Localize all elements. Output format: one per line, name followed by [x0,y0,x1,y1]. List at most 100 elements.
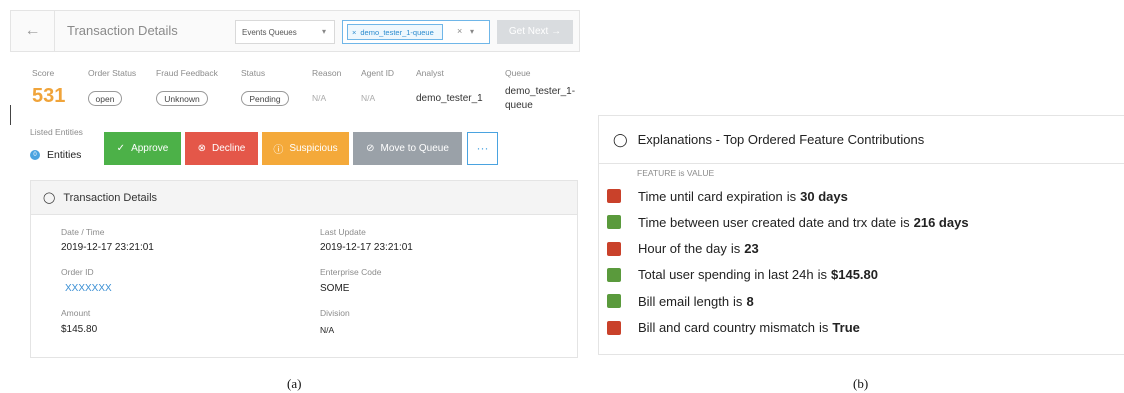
feature-row: Bill email length is 8 [607,292,754,310]
amount-label: Amount [61,308,91,318]
suspicious-label: Suspicious [289,143,338,154]
transaction-details-card: ◯ Transaction Details Date / Time 2019-1… [30,180,578,358]
feature-value: $145.80 [831,267,879,283]
feature-row: Time until card expiration is 30 days [607,187,848,205]
feature-name: Total user spending in last 24h [638,267,814,283]
approve-label: Approve [131,143,169,154]
contribution-color-square [607,267,621,282]
move-to-queue-label: Move to Queue [380,143,449,154]
queue-label: Queue [505,68,531,78]
division-value: N/A [320,325,335,335]
reason-value: N/A [312,93,327,103]
order-id-label: Order ID [61,267,94,277]
queue-value-line1: demo_tester_1- [505,86,576,97]
caption-b: (b) [853,376,869,391]
move-icon: ⊘ [366,143,375,154]
queue-tag[interactable]: × demo_tester_1-queue [347,24,443,40]
decline-button[interactable]: ⊗ Decline [185,132,258,165]
card-header: ◯ Transaction Details [31,181,577,215]
top-bar: ← Transaction Details Events Queues ▾ × d… [10,10,580,52]
legend-note: FEATURE is VALUE [637,168,715,178]
check-circle-icon: ✓ [116,143,126,154]
contribution-color-square [607,215,621,230]
explanations-title: Explanations - Top Ordered Feature Contr… [637,132,925,147]
status-badge: Pending [241,91,289,106]
feature-value: 8 [746,293,754,309]
feature-connector: is [786,188,797,204]
chevron-down-icon[interactable]: ▾ [470,27,474,36]
feature-connector: is [819,320,829,335]
date-time-label: Date / Time [61,227,105,237]
entity-count-badge: 0 [30,150,40,160]
clear-icon[interactable]: × [457,26,462,36]
queue-multiselect[interactable]: × demo_tester_1-queue × ▾ [342,20,490,44]
feature-value: 216 days [913,214,969,230]
date-time-value: 2019-12-17 23:21:01 [61,242,154,253]
feature-name: Time between user created date and trx d… [638,214,897,230]
enterprise-code-label: Enterprise Code [320,267,382,277]
queue-tag-label: demo_tester_1-queue [360,28,434,37]
order-status-label: Order Status [88,68,137,78]
feature-connector: is [733,293,743,309]
shield-icon: ◯ [613,131,628,147]
analyst-value: demo_tester_1 [416,93,483,104]
remove-tag-icon[interactable]: × [352,28,356,37]
division-label: Division [320,308,350,318]
alert-circle-icon: ⓘ [273,145,284,156]
feature-value: 23 [744,241,759,257]
contribution-color-square [607,189,621,203]
amount-value: $145.80 [61,324,98,335]
score-label: Score [32,68,55,78]
feature-value: 30 days [800,188,848,204]
analyst-label: Analyst [416,68,444,78]
listed-entities-label: Listed Entities [30,127,83,137]
entities-toggle[interactable]: 0 Entities [30,149,81,161]
shield-icon: ◯ [43,192,56,204]
move-to-queue-button[interactable]: ⊘ Move to Queue [353,132,462,165]
suspicious-button[interactable]: ⓘ Suspicious [262,132,349,165]
arrow-left-icon: ← [24,22,41,39]
last-update-label: Last Update [320,227,366,237]
page-title: Transaction Details [67,23,178,38]
reason-label: Reason [312,68,342,78]
decline-label: Decline [212,143,246,154]
status-label: Status [241,68,266,78]
transaction-details-panel: ← Transaction Details Events Queues ▾ × d… [0,0,590,370]
x-circle-icon: ⊗ [197,143,207,154]
more-actions-button[interactable]: ··· [467,132,498,165]
caption-a: (a) [287,376,302,391]
queue-type-select[interactable]: Events Queues ▾ [235,20,335,44]
contribution-color-square [607,320,621,335]
order-status-badge: open [88,91,122,106]
enterprise-code-value: SOME [320,283,350,294]
feature-connector: is [730,241,741,257]
queue-type-value: Events Queues [242,28,297,37]
feature-value: True [832,320,860,335]
divider [10,105,11,125]
score-value: 531 [32,85,66,107]
contribution-color-square [607,241,621,256]
fraud-feedback-label: Fraud Feedback [156,68,218,78]
agent-id-value: N/A [361,93,376,103]
last-update-value: 2019-12-17 23:21:01 [320,242,413,253]
card-title: Transaction Details [63,191,158,204]
get-next-button[interactable]: Get Next → [497,20,573,44]
chevron-down-icon: ▾ [321,27,326,36]
feature-name: Time until card expiration [638,188,783,204]
feature-connector: is [900,214,910,230]
contribution-color-square [607,294,621,309]
feature-row: Total user spending in last 24h is $145.80 [607,266,878,284]
feature-name: Bill and card country mismatch [638,320,816,335]
explanations-header: ◯ Explanations - Top Ordered Feature Con… [599,116,1124,164]
feature-name: Bill email length [638,293,730,309]
approve-button[interactable]: ✓ Approve [104,132,181,165]
fraud-feedback-badge: Unknown [156,91,208,106]
back-button[interactable]: ← [11,11,55,51]
feature-row: Bill and card country mismatch is True [607,319,860,337]
feature-name: Hour of the day [638,241,727,257]
explanations-panel: ◯ Explanations - Top Ordered Feature Con… [598,115,1124,355]
order-id-link[interactable]: XXXXXXX [65,283,112,294]
queue-value-line2: queue [505,100,533,111]
feature-connector: is [817,267,828,283]
feature-row: Hour of the day is 23 [607,240,759,258]
